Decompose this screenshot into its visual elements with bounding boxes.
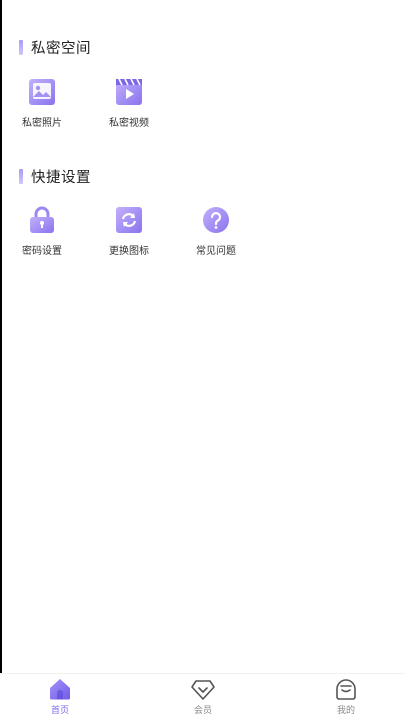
section-header: 私密空间: [19, 38, 91, 57]
video-icon: [115, 78, 143, 106]
section-accent-bar: [19, 39, 23, 55]
section-private-space: 私密空间: [19, 38, 91, 57]
swap-icon: [115, 206, 143, 234]
section-title: 快捷设置: [31, 169, 91, 186]
tab-profile[interactable]: 我的: [316, 678, 376, 716]
section-title: 私密空间: [31, 40, 91, 57]
bottom-tab-bar: 首页 会员 我的: [0, 673, 405, 720]
private-videos-button[interactable]: 私密视频: [99, 78, 159, 129]
home-icon: [30, 678, 90, 700]
section-quick-settings: 快捷设置: [19, 167, 91, 186]
section-accent-bar: [19, 168, 23, 184]
faq-button[interactable]: 常见问题: [186, 206, 246, 257]
help-icon: [202, 206, 230, 234]
item-label: 密码设置: [22, 246, 62, 257]
vip-icon: [173, 678, 233, 700]
tab-vip[interactable]: 会员: [173, 678, 233, 716]
password-settings-button[interactable]: 密码设置: [12, 206, 72, 257]
item-label: 私密照片: [22, 118, 62, 129]
lock-icon: [28, 206, 56, 234]
section-header: 快捷设置: [19, 167, 91, 186]
tab-label: 我的: [336, 706, 355, 716]
item-label: 更换图标: [109, 246, 149, 257]
photo-icon: [28, 78, 56, 106]
item-label: 常见问题: [196, 246, 236, 257]
tab-label: 首页: [50, 706, 69, 716]
private-photos-button[interactable]: 私密照片: [12, 78, 72, 129]
tab-home[interactable]: 首页: [30, 678, 90, 716]
item-label: 私密视频: [109, 118, 149, 129]
profile-icon: [316, 678, 376, 700]
left-border: [0, 0, 2, 720]
tab-label: 会员: [193, 706, 212, 716]
change-icon-button[interactable]: 更换图标: [99, 206, 159, 257]
